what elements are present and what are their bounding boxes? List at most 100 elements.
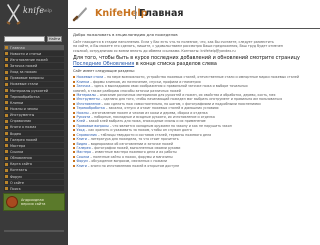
section-bullet-icon (73, 138, 75, 141)
sidebar-item[interactable]: Термообработка (4, 94, 64, 100)
nav-bullet-icon (5, 52, 8, 56)
sidebar-item[interactable]: Правовые вопросы (4, 75, 64, 81)
section-link[interactable]: Справочник (77, 133, 97, 137)
section-link[interactable]: Материалы (77, 93, 97, 97)
section-bullet-icon (73, 155, 75, 158)
search-button[interactable]: Найти (47, 36, 62, 42)
android-version-badge[interactable]: Андроидная версия сайта (3, 193, 65, 211)
section-link[interactable]: Галерея (77, 146, 91, 150)
section-description: камней, а также разбираю способы заточки… (73, 88, 181, 93)
search-input[interactable] (4, 36, 45, 42)
sidebar-item[interactable]: Заточка ножей (4, 63, 64, 69)
badge-line-2: версия сайта (21, 202, 46, 206)
section-link[interactable]: Мастера (77, 150, 92, 154)
section-description: – обсуждение вопросов, связанных с ножам… (87, 159, 167, 164)
nav-bullet-icon (5, 95, 8, 99)
sidebar-item[interactable]: Галерея ножей (4, 137, 64, 143)
section-link[interactable]: Ссылки (77, 155, 90, 159)
section-link[interactable]: Заточка (77, 84, 91, 88)
sidebar-item-label: Форум (10, 174, 22, 179)
nav-bullet-icon (5, 101, 8, 105)
section-bullet-icon (73, 142, 75, 145)
latest-updates-link[interactable]: Последние Обновления (73, 61, 134, 67)
nav-bullet-icon (5, 175, 8, 179)
sidebar-item[interactable]: Обновления (4, 155, 64, 161)
sidebar-item-label: Ножны и чехлы (10, 106, 38, 111)
section-link[interactable]: Правовые вопросы (77, 124, 109, 128)
section-link[interactable]: Ножны (77, 111, 89, 115)
nav-bullet-icon (5, 162, 8, 166)
section-bullet-icon (73, 85, 75, 88)
section-description: – изготовление ножен и чехлов из кожи и … (88, 110, 208, 115)
sidebar-item[interactable]: Ножевые стали (4, 81, 64, 87)
sidebar-item[interactable]: Инструменты (4, 112, 64, 118)
sidebar-item[interactable]: Уход за ножом (4, 69, 64, 75)
sidebar-item[interactable]: Форум (4, 173, 64, 180)
section-link[interactable]: Ножевые стали (77, 75, 104, 79)
nav-bullet-icon (5, 150, 8, 154)
sidebar-item-label: Обновления (10, 156, 32, 161)
section-link[interactable]: Книги (77, 164, 87, 168)
sections-list: Ножевые стали – по мере возможности, уст… (73, 75, 316, 168)
section-bullet-icon (73, 98, 75, 101)
sidebar-item[interactable]: Карта сайта (4, 161, 64, 167)
main-content: Добро пожаловать в энциклопедию для ноже… (73, 32, 316, 168)
sidebar-item[interactable]: О сайте (4, 180, 64, 186)
nav-bullet-icon (5, 64, 8, 68)
section-description: – закалка, отпуск и отжиг ножевых сталей… (104, 106, 219, 111)
sidebar-item-label: Заточка ножей (10, 63, 38, 68)
sidebar-item[interactable]: Поиск (4, 186, 64, 192)
section-link[interactable]: Инструменты (77, 97, 100, 101)
section-link[interactable]: Клинки (77, 80, 90, 84)
section-link[interactable]: Книги (77, 137, 87, 141)
section-description: – как сделать нож самостоятельно, по шаг… (100, 101, 261, 106)
sidebar-item[interactable]: Клинки (4, 100, 64, 106)
section-bullet-icon (73, 124, 75, 127)
section-link[interactable]: Форум (77, 159, 88, 163)
intro-paragraph: Сайт находится в стадии наполнения. Если… (73, 40, 316, 53)
sidebar-item[interactable]: Главная (4, 45, 64, 51)
section-description: – какой клей выбрать для ножа, эпоксидны… (85, 119, 206, 124)
sidebar-item-label: Мастера (10, 143, 26, 148)
sidebar-item-label: Карта сайта (10, 162, 32, 167)
nav-bullet-icon (5, 70, 8, 74)
section-link[interactable]: Клей (77, 119, 86, 123)
sidebar-item[interactable]: Справочник (4, 118, 64, 124)
section-description: – описание различных материалов для руко… (96, 93, 276, 98)
nav-bullet-icon (5, 119, 8, 123)
sidebar-item[interactable]: Новости и статьи (4, 51, 64, 57)
section-description: – видеоролики об изготовлении и заточке … (87, 141, 174, 146)
sidebar-footer-divider (4, 230, 64, 232)
section-description: – литература для ножедела, то что стоит … (86, 137, 179, 142)
nav-bullet-icon (5, 181, 8, 185)
section-bullet-icon (73, 80, 75, 83)
sidebar-item[interactable]: Книги о ножах (4, 124, 64, 130)
section-bullet-icon (73, 133, 75, 136)
sidebar-item[interactable]: Видео (4, 130, 64, 137)
sidebar-item-label: Уход за ножом (10, 70, 37, 75)
sidebar-item[interactable]: Материалы рукоятей (4, 87, 64, 94)
sidebar-item[interactable]: Контакты (4, 167, 64, 173)
crossed-knives-logo-icon[interactable] (6, 3, 21, 25)
section-description: – книги по изготовлению ножей в открытом… (86, 163, 180, 168)
sidebar-item[interactable]: Изготовление ножей (4, 57, 64, 63)
sidebar-item-label: Книги о ножах (10, 125, 37, 130)
sidebar-item-label: Инструменты (10, 113, 35, 118)
notice-text-before: Для того, чтобы быть в курсе последних д… (73, 55, 300, 62)
knife-icon (72, 7, 87, 22)
sidebar-item-label: Галерея ножей (10, 137, 38, 142)
section-description: – полезные сайты о ножах, форумы и магаз… (89, 154, 173, 159)
sidebar-item[interactable]: Ножны и чехлы (4, 106, 64, 112)
section-link[interactable]: Видео (77, 142, 88, 146)
page-title: Главная (139, 8, 184, 19)
section-link[interactable]: Рукояти (77, 115, 91, 119)
sidebar-item-label: Материалы рукоятей (10, 88, 49, 93)
section-link[interactable]: Уход (77, 128, 85, 132)
section-link[interactable]: Изготовление (77, 102, 101, 106)
section-link[interactable]: Термообработка (77, 106, 105, 110)
section-description: – наборные, накладные и всадные рукояти,… (90, 115, 215, 120)
sections-lead: Сайт имеет следующие разделы: (73, 69, 135, 74)
nav-bullet-icon (5, 46, 8, 50)
sidebar-item[interactable]: Мастера (4, 143, 64, 149)
sidebar-item[interactable]: Ссылки (4, 149, 64, 155)
